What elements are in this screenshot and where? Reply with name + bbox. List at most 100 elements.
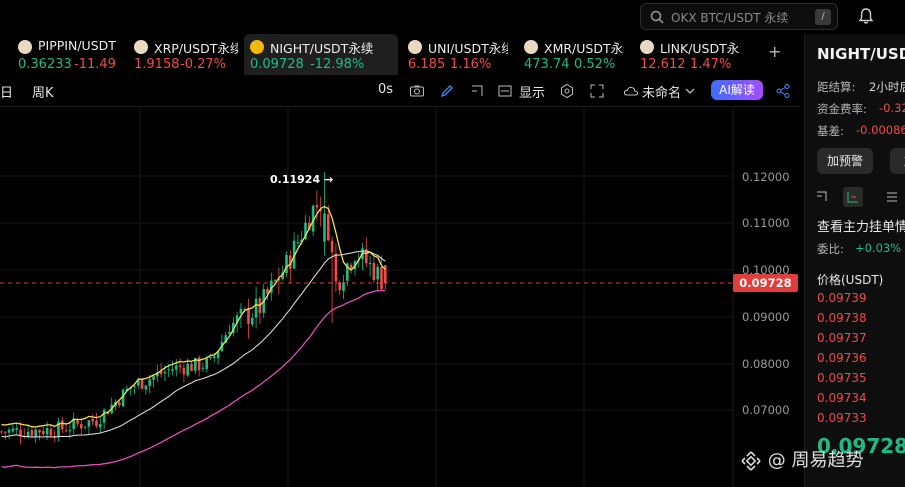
candle-body [167,369,170,371]
candle-body [15,428,18,430]
candle-body [349,264,353,269]
indicator-icon[interactable] [497,83,513,99]
candle-body [296,241,300,243]
settlement-value: 2小时后 [869,80,905,94]
coin-icon [18,40,32,54]
candle-body [342,282,345,291]
ask-price[interactable]: 0.09738 [817,311,867,325]
candle-body [285,254,288,274]
candle-body [38,429,41,433]
candle-body [118,402,121,406]
tab-uni[interactable]: UNI/USDT永续 6.185 1.16% [402,34,510,75]
coin-icon [408,40,422,54]
tab-price: 0.36233 [18,57,72,72]
search-box[interactable]: OKX BTC/USDT 永续 / [640,3,838,30]
candle-body [30,430,34,436]
candle-body [7,429,11,433]
share-reply-icon[interactable] [469,83,485,99]
candle-body [251,317,254,325]
search-icon [650,10,664,24]
orderbook-buy-toggle[interactable] [843,187,863,207]
candle-body [376,266,379,280]
candle-body [148,379,151,386]
period-week[interactable]: 周K [32,82,54,101]
candle-body [83,426,87,428]
settings-icon[interactable] [559,83,575,99]
funding-value: -0.32 [879,101,905,115]
display-menu[interactable]: 显示 [519,82,545,101]
countdown: 0s [378,82,394,97]
candle-body [201,367,205,369]
orderbook-both-icon[interactable] [815,190,829,204]
tab-price: 0.09728 [250,57,304,72]
y-tick-label: 0.12000 [742,170,790,184]
watermark: @ 周易趋势 [740,446,863,472]
bell-icon[interactable] [857,7,875,25]
tab-change: 1.16% [450,57,492,72]
ask-price[interactable]: 0.09733 [817,411,867,425]
tab-pippin[interactable]: PIPPIN/USDT 0.36233 -11.49 [12,34,120,75]
candle-body [323,213,326,242]
tab-xmr[interactable]: XMR/USDT永续 473.74 0.52% [518,34,628,75]
draw-pen-icon[interactable] [439,83,455,99]
candle-body [178,365,182,368]
candle-body [186,363,189,376]
candle-body [140,378,144,389]
ask-price[interactable]: 0.09736 [817,351,867,365]
candle-body [213,356,216,359]
coin-icon [524,40,538,54]
current-price-tag: 0.09728 [733,274,798,292]
candle-body [144,385,148,390]
y-tick-label: 0.07000 [742,403,790,417]
candle-body [209,357,212,359]
funding-label: 资金费率: [817,102,867,116]
tab-xrp[interactable]: XRP/USDT永续 1.9158 -0.27% [128,34,240,75]
candle-body [87,420,91,427]
candle-body [327,214,330,241]
orderbook-sell-icon[interactable] [885,190,899,204]
watermark-text: @ 周易趋势 [767,450,864,471]
ask-price[interactable]: 0.09739 [817,291,867,305]
ask-price[interactable]: 0.09735 [817,371,867,385]
candle-body [4,431,7,433]
ask-price[interactable]: 0.09737 [817,331,867,345]
candle-body [99,424,102,428]
candle-body [254,298,258,318]
tab-symbol: XRP/USDT永续 [154,41,238,56]
candle-body [133,386,136,388]
tab-symbol: PIPPIN/USDT [38,38,116,53]
coin-icon [640,40,654,54]
candle-body [80,424,83,429]
camera-icon[interactable] [409,83,425,99]
candle-body [273,280,277,282]
settlement-label: 距结算: [817,80,856,94]
y-tick-label: 0.09000 [742,310,790,324]
add-tab-button[interactable]: + [768,42,781,61]
candle-body [11,428,15,432]
candle-body [152,376,155,380]
tab-night[interactable]: NIGHT/USDT永续 0.09728 -12.98% [244,34,398,75]
tab-link[interactable]: LINK/USDT永续 12.612 1.47% [634,34,744,75]
candle-body [315,205,319,208]
ask-price[interactable]: 0.09734 [817,391,867,405]
candle-body [61,420,64,430]
add-button[interactable]: 加 [890,148,905,174]
orderbook-heading[interactable]: 查看主力挂单情 [817,216,905,235]
basis-label: 基差: [817,124,844,138]
candle-body [91,418,94,422]
add-alert-button[interactable]: 加预警 [817,148,873,174]
share-icon[interactable] [775,83,791,99]
layout-name[interactable]: 未命名 [642,82,681,101]
candles [0,172,387,445]
fullscreen-icon[interactable] [589,83,605,99]
candle-body [163,371,167,374]
coin-icon [250,40,264,54]
tab-price: 1.9158 [134,57,180,72]
period-day[interactable]: 日 [0,82,13,101]
candle-body [182,367,186,375]
candlestick-chart[interactable] [0,107,800,487]
ratio-value: +0.03% [855,241,902,255]
chevron-down-icon[interactable] [682,83,698,99]
high-price-value: 0.11924 [270,173,321,186]
ai-interpret-button[interactable]: AI解读 [711,80,763,100]
